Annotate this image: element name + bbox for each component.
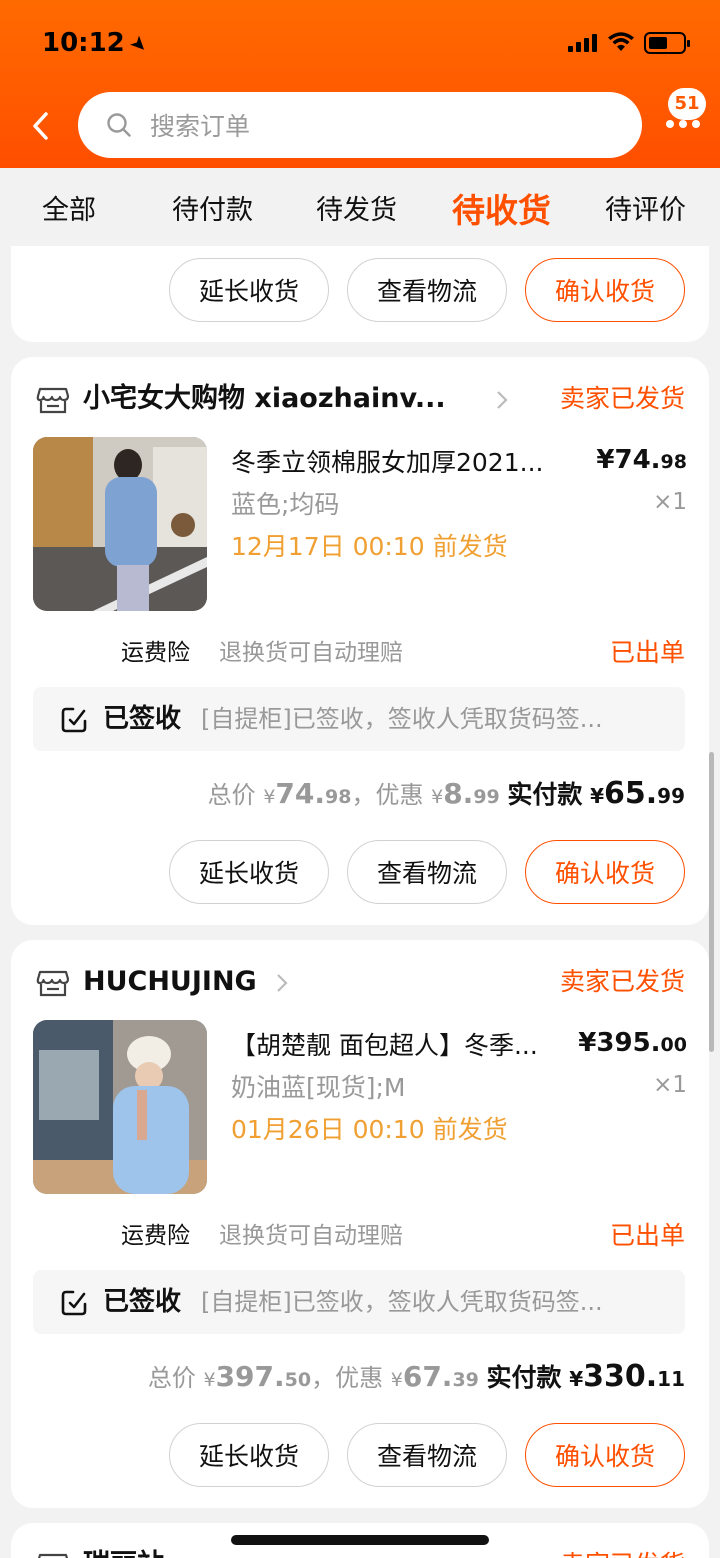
product-price: ¥395.00 <box>578 1028 687 1058</box>
shop-icon <box>36 970 70 997</box>
tab-pending-receipt[interactable]: 待收货 <box>452 168 551 246</box>
message-badge: 51 <box>668 88 706 120</box>
logistics-detail: [自提柜]已签收，签收人凭取货码签... <box>201 1288 603 1316</box>
insurance-description: 退换货可自动理赔 <box>219 640 403 666</box>
insurance-status: 已出单 <box>609 638 685 667</box>
insurance-label: 运费险 <box>121 640 190 666</box>
insurance-status: 已出单 <box>609 1221 685 1250</box>
tab-all[interactable]: 全部 <box>42 168 96 246</box>
shop-name: 小宅女大购物 xiaozhainv... <box>83 383 446 414</box>
order-status: 卖家已发货 <box>560 1543 685 1558</box>
home-indicator <box>231 1535 489 1545</box>
product-quantity: ×1 <box>653 1072 687 1098</box>
logistics-state: 已签收 <box>103 1287 182 1317</box>
product-price: ¥74.98 <box>596 445 687 475</box>
shop-header[interactable]: 瑞丽站 卖家已发货 <box>35 1543 685 1558</box>
search-placeholder: 搜索订单 <box>150 112 251 141</box>
product-title[interactable]: 冬季立领棉服女加厚2021... <box>231 443 571 479</box>
search-icon <box>107 113 131 137</box>
view-logistics-button[interactable]: 查看物流 <box>347 1423 507 1487</box>
confirm-receipt-button[interactable]: 确认收货 <box>525 258 685 322</box>
tab-pending-payment[interactable]: 待付款 <box>172 168 253 246</box>
cellular-signal-icon <box>568 34 597 52</box>
order-card: 小宅女大购物 xiaozhainv... 卖家已发货 冬季立领棉服女加厚2021… <box>11 357 709 925</box>
shop-header[interactable]: 小宅女大购物 xiaozhainv... 卖家已发货 <box>35 377 685 421</box>
ship-deadline: 01月26日 00:10 前发货 <box>231 1115 508 1144</box>
wifi-icon <box>608 32 634 51</box>
signed-check-icon <box>61 707 87 733</box>
battery-icon <box>644 32 690 54</box>
chevron-right-icon <box>277 974 288 992</box>
confirm-receipt-button[interactable]: 确认收货 <box>525 840 685 904</box>
shop-icon <box>36 387 70 414</box>
shop-header[interactable]: HUCHUJING 卖家已发货 <box>35 960 685 1004</box>
scrollbar[interactable] <box>709 752 714 1052</box>
tab-pending-review[interactable]: 待评价 <box>605 168 686 246</box>
order-card: HUCHUJING 卖家已发货 【胡楚靓 面包超人】冬季... ¥395.00 … <box>11 940 709 1508</box>
back-arrow-icon[interactable] <box>26 106 56 146</box>
order-status: 卖家已发货 <box>559 384 685 413</box>
insurance-description: 退换货可自动理赔 <box>219 1223 403 1249</box>
search-input[interactable]: 搜索订单 <box>78 92 642 158</box>
top-header: 10:12➤ 搜索订单 51 <box>0 0 720 168</box>
extend-receipt-button[interactable]: 延长收货 <box>169 840 329 904</box>
shop-icon <box>37 1553 69 1558</box>
extend-receipt-button[interactable]: 延长收货 <box>169 258 329 322</box>
order-card-partial: 延长收货 查看物流 确认收货 <box>11 246 709 342</box>
logistics-summary[interactable]: 已签收 [自提柜]已签收，签收人凭取货码签... <box>33 687 685 751</box>
shop-name: HUCHUJING <box>83 966 257 997</box>
insurance-label: 运费险 <box>121 1223 190 1249</box>
more-dots-icon <box>666 120 700 128</box>
order-totals: 总价 ¥74.98，优惠 ¥8.99 实付款 ¥65.99 <box>207 776 685 811</box>
status-time: 10:12➤ <box>42 28 154 59</box>
order-tabs: 全部 待付款 待发货 待收货 待评价 <box>0 168 720 246</box>
product-spec: 奶油蓝[现货];M <box>231 1073 406 1102</box>
product-spec: 蓝色;均码 <box>231 490 340 519</box>
product-title[interactable]: 【胡楚靓 面包超人】冬季... <box>231 1026 571 1062</box>
logistics-summary[interactable]: 已签收 [自提柜]已签收，签收人凭取货码签... <box>33 1270 685 1334</box>
shop-name: 瑞丽站 <box>83 1543 164 1558</box>
location-arrow-icon: ➤ <box>124 29 154 59</box>
ship-deadline: 12月17日 00:10 前发货 <box>231 532 508 561</box>
product-quantity: ×1 <box>653 489 687 515</box>
product-thumbnail[interactable] <box>33 1020 207 1194</box>
view-logistics-button[interactable]: 查看物流 <box>347 258 507 322</box>
order-totals: 总价 ¥397.50，优惠 ¥67.39 实付款 ¥330.11 <box>147 1359 685 1394</box>
logistics-state: 已签收 <box>103 704 182 734</box>
chevron-right-icon <box>497 391 508 409</box>
logistics-detail: [自提柜]已签收，签收人凭取货码签... <box>201 705 603 733</box>
extend-receipt-button[interactable]: 延长收货 <box>169 1423 329 1487</box>
tab-pending-shipment[interactable]: 待发货 <box>316 168 397 246</box>
product-thumbnail[interactable] <box>33 437 207 611</box>
confirm-receipt-button[interactable]: 确认收货 <box>525 1423 685 1487</box>
view-logistics-button[interactable]: 查看物流 <box>347 840 507 904</box>
order-status: 卖家已发货 <box>559 967 685 996</box>
signed-check-icon <box>61 1290 87 1316</box>
